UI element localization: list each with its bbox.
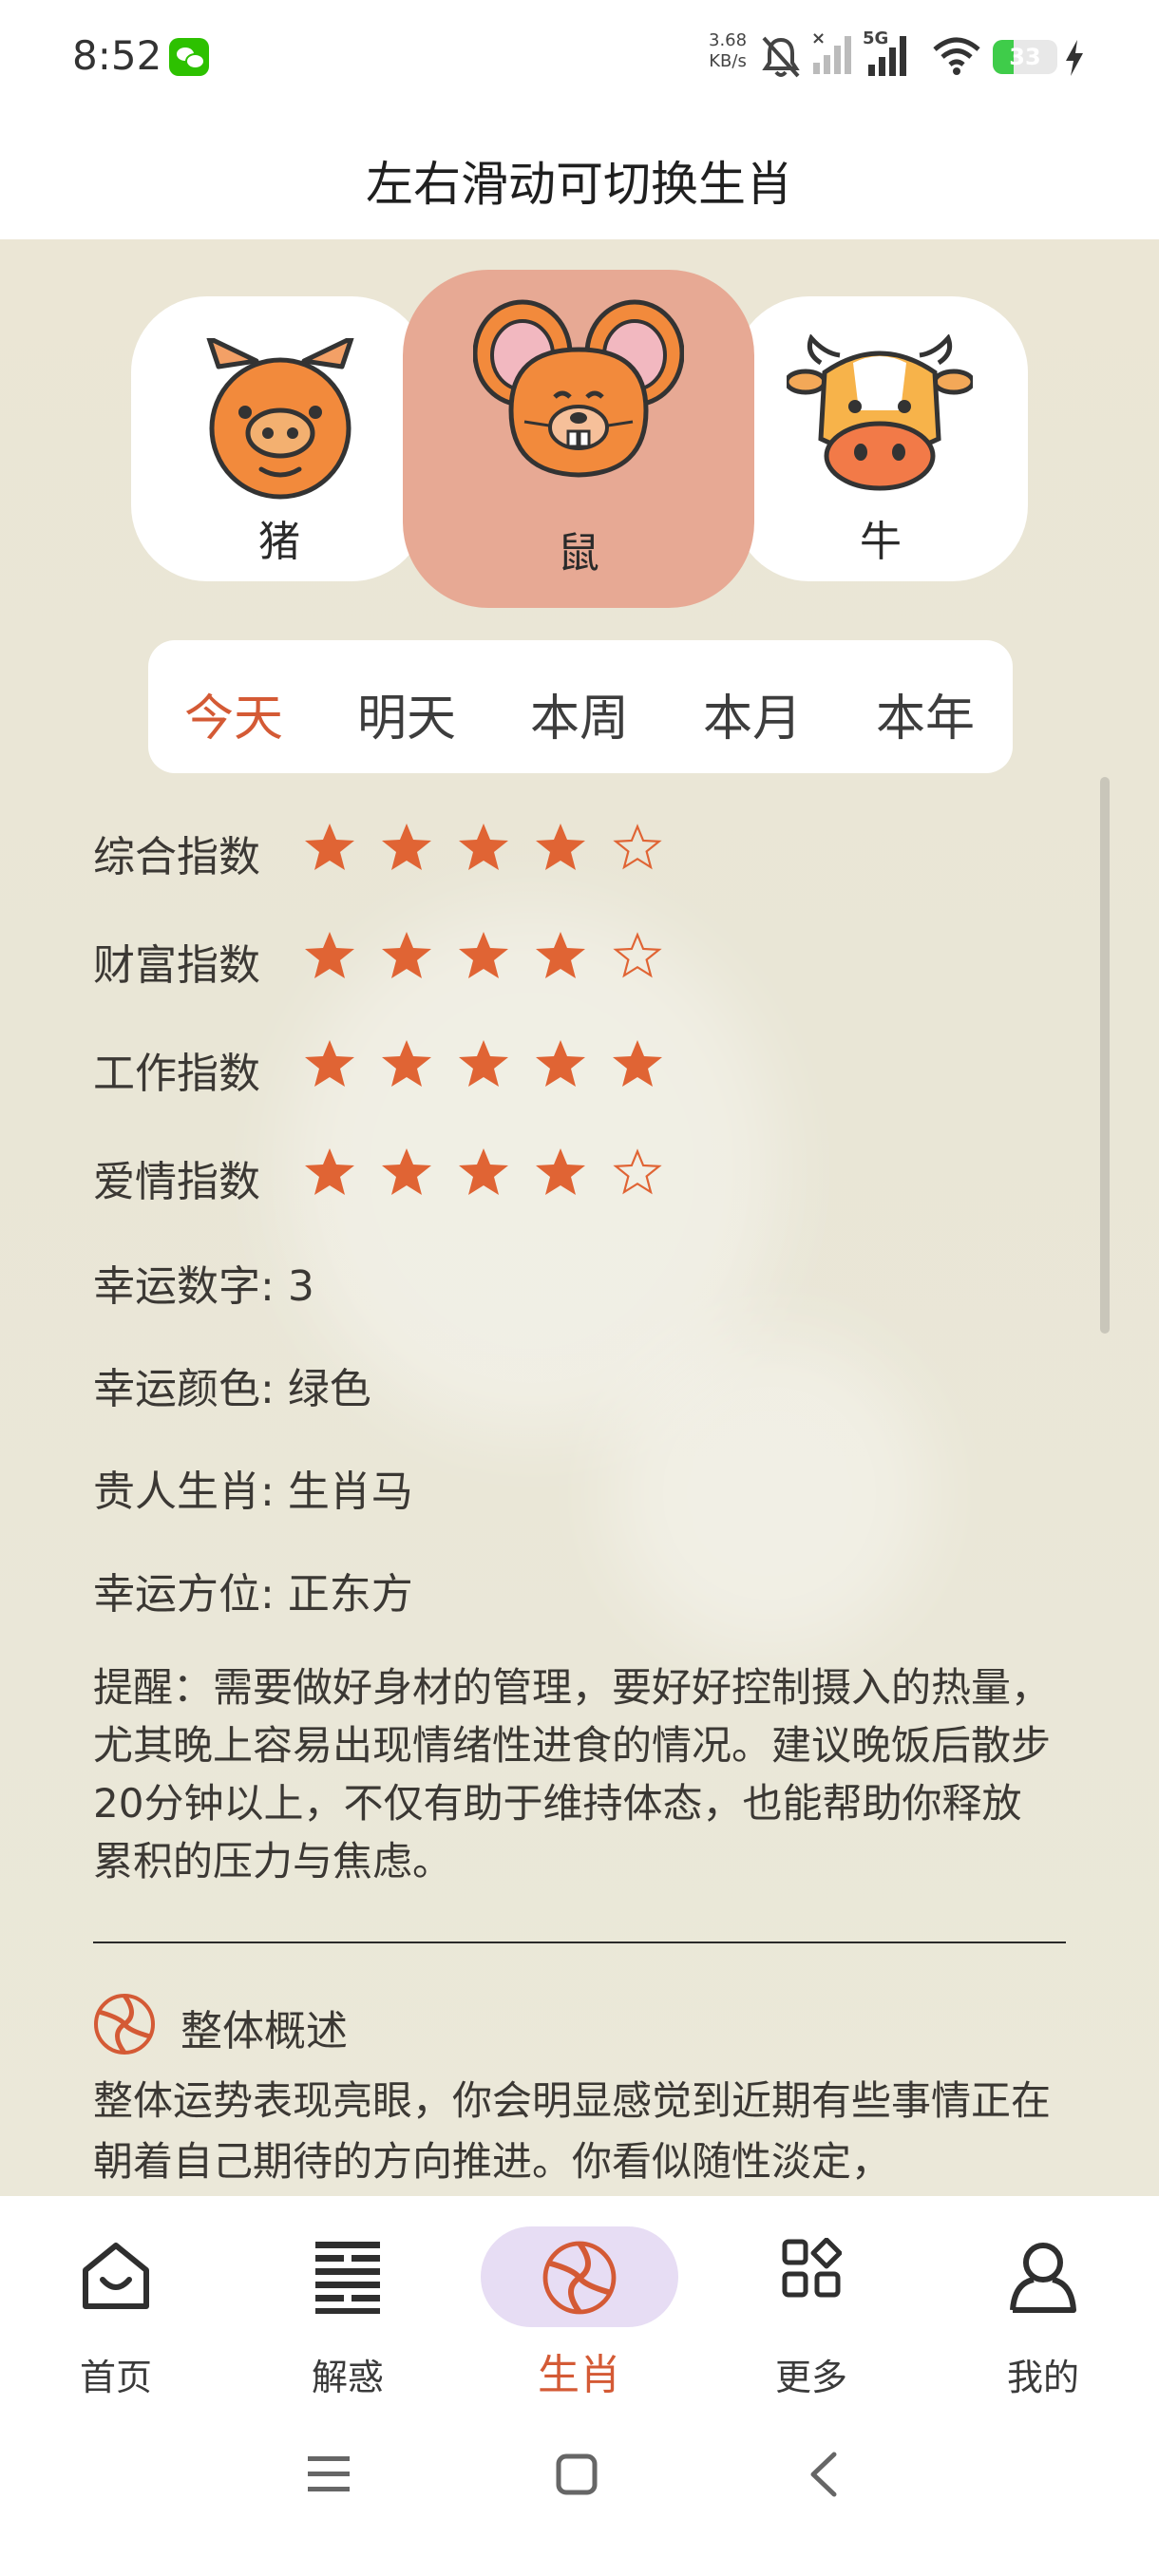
reminder-text: 提醒：需要做好身材的管理，要好好控制摄入的热量，尤其晚上容易出现情绪性进食的情况…	[93, 1664, 1052, 1885]
star-filled-icon	[305, 1040, 354, 1087]
battery-level: 33	[1009, 44, 1041, 70]
network-speed: 3.68 KB/s	[709, 30, 747, 72]
nav-label: 解惑	[311, 2357, 384, 2398]
overview-body: 整体运势表现亮眼，你会明显感觉到近期有些事情正在朝着自己期待的方向推进。你看似随…	[93, 2077, 1052, 2185]
signal-5g-icon: 5G	[863, 28, 906, 76]
star-empty-icon	[613, 932, 662, 978]
lucky-number: 幸运数字: 3	[93, 1262, 314, 1311]
system-navigation-bar	[0, 2415, 1159, 2576]
back-icon[interactable]	[808, 2451, 838, 2498]
info-label: 幸运数字	[93, 1262, 260, 1311]
star-filled-icon	[382, 1040, 431, 1087]
info-label: 幸运方位	[93, 1570, 260, 1619]
rating-label-love: 爱情指数	[93, 1158, 260, 1206]
tab-this-week[interactable]: 本周	[530, 678, 629, 749]
nav-label: 更多	[774, 2357, 847, 2398]
benefactor-zodiac: 贵人生肖: 生肖马	[93, 1468, 413, 1516]
wechat-icon	[169, 38, 209, 76]
tab-this-month[interactable]: 本月	[703, 678, 802, 749]
nav-label: 首页	[79, 2357, 152, 2398]
info-label: 幸运颜色	[93, 1365, 260, 1413]
star-filled-icon	[382, 932, 431, 978]
star-empty-icon	[613, 824, 662, 870]
tab-today[interactable]: 今天	[184, 678, 283, 749]
bottom-navigation: 首页 解惑 生肖 更多 我的	[0, 2196, 1159, 2415]
status-time: 8:52	[72, 32, 162, 79]
home-button-icon[interactable]	[555, 2453, 598, 2496]
zodiac-card-rat[interactable]: 鼠	[403, 270, 754, 608]
rating-label-work: 工作指数	[93, 1050, 260, 1098]
star-filled-icon	[305, 824, 354, 870]
nav-label: 生肖	[538, 2351, 621, 2399]
page-title: 左右滑动可切换生肖	[366, 157, 793, 212]
nav-home[interactable]: 首页	[21, 2196, 211, 2415]
main-content[interactable]: 猪 牛 鼠 今天 明天 本周 本月 本年 综合指数 财富指数 工作指数 爱情指数…	[0, 239, 1159, 2196]
star-filled-icon	[536, 824, 585, 870]
signal-off-icon: ×	[811, 30, 851, 74]
tab-this-year[interactable]: 本年	[876, 678, 975, 749]
star-empty-icon	[613, 1148, 662, 1195]
divider	[93, 1941, 1066, 1943]
rat-icon	[473, 299, 684, 478]
zodiac-label: 猪	[258, 518, 300, 566]
scrollbar[interactable]	[1100, 777, 1110, 1334]
user-icon	[1010, 2243, 1076, 2313]
zodiac-card-pig[interactable]: 猪	[131, 296, 428, 581]
nav-label: 我的	[1006, 2357, 1079, 2398]
nav-zodiac[interactable]: 生肖	[484, 2196, 674, 2415]
overview-title: 整体概述	[180, 2007, 348, 2055]
star-filled-icon	[382, 824, 431, 870]
svg-text:×: ×	[811, 30, 826, 48]
star-filled-icon	[459, 932, 508, 978]
home-icon	[83, 2243, 149, 2309]
zodiac-swirl-icon	[94, 1994, 155, 2055]
star-filled-icon	[305, 932, 354, 978]
info-value: 正东方	[287, 1570, 413, 1619]
star-filled-icon	[536, 1148, 585, 1195]
network-speed-value: 3.68	[709, 30, 748, 50]
zodiac-swirl-icon	[542, 2241, 617, 2315]
info-value: 绿色	[287, 1365, 371, 1413]
star-filled-icon	[536, 932, 585, 978]
star-filled-icon	[459, 1148, 508, 1195]
grid-icon	[782, 2238, 842, 2298]
nav-answers[interactable]: 解惑	[253, 2196, 443, 2415]
rating-label-wealth: 财富指数	[93, 941, 260, 990]
star-filled-icon	[536, 1040, 585, 1087]
info-value: 生肖马	[287, 1468, 413, 1516]
info-label: 贵人生肖	[93, 1468, 260, 1516]
star-filled-icon	[459, 824, 508, 870]
menu-icon[interactable]	[306, 2454, 352, 2494]
hexagram-icon	[315, 2242, 380, 2314]
tab-tomorrow[interactable]: 明天	[357, 678, 456, 749]
period-tabs: 今天 明天 本周 本月 本年	[148, 640, 1013, 773]
charging-icon	[1066, 40, 1083, 76]
pig-icon	[206, 338, 354, 500]
background-texture	[608, 1332, 931, 1655]
zodiac-label: 牛	[860, 518, 902, 566]
lucky-color: 幸运颜色: 绿色	[93, 1365, 371, 1413]
status-bar: 8:52 3.68 KB/s × 5G 33	[0, 0, 1159, 114]
ox-icon	[787, 334, 973, 491]
network-speed-unit: KB/s	[709, 51, 747, 71]
star-filled-icon	[382, 1148, 431, 1195]
zodiac-card-ox[interactable]: 牛	[733, 296, 1028, 581]
lucky-direction: 幸运方位: 正东方	[93, 1570, 413, 1619]
wifi-icon	[933, 37, 980, 75]
mute-bell-icon	[762, 36, 800, 78]
nav-profile[interactable]: 我的	[948, 2196, 1138, 2415]
star-filled-icon	[613, 1040, 662, 1087]
network-type-label: 5G	[863, 28, 888, 48]
star-filled-icon	[459, 1040, 508, 1087]
zodiac-label: 鼠	[558, 529, 599, 578]
rating-label-overall: 综合指数	[93, 833, 260, 881]
battery-icon: 33	[993, 40, 1057, 74]
header: 左右滑动可切换生肖	[0, 114, 1159, 239]
info-value: 3	[287, 1262, 314, 1311]
star-filled-icon	[305, 1148, 354, 1195]
nav-more[interactable]: 更多	[716, 2196, 906, 2415]
